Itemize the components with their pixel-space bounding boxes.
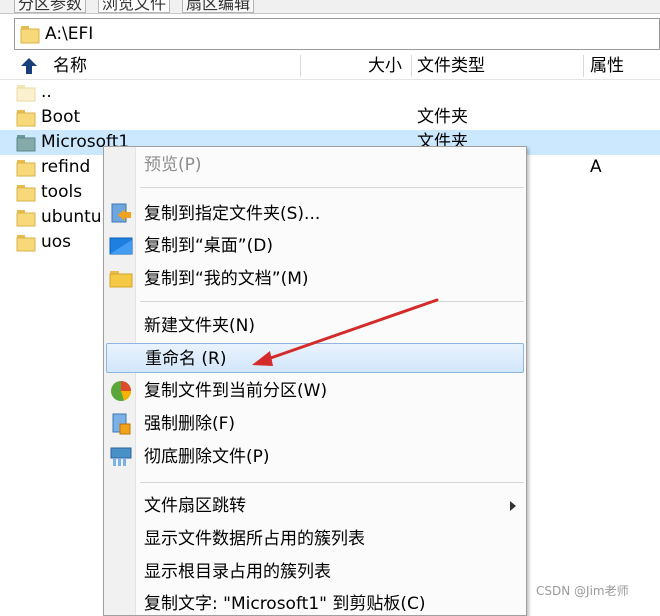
column-header-name[interactable]: 名称 — [53, 52, 87, 80]
folder-icon — [16, 210, 36, 227]
menu-separator — [140, 482, 524, 483]
file-name: refind — [41, 157, 91, 177]
menu-item-preview[interactable]: 预览(P) — [106, 150, 524, 180]
menu-item-copy-to-partition[interactable]: 复制文件到当前分区(W) — [106, 376, 524, 406]
menu-item-copy-to-documents[interactable]: 复制到“我的文档”(M) — [106, 264, 524, 294]
file-list-header: 名称 大小 文件类型 属性 — [0, 52, 660, 80]
folder-icon — [16, 235, 36, 252]
menu-item-label: 强制删除(F) — [144, 414, 236, 434]
menu-item-label: 复制文件到当前分区(W) — [144, 381, 328, 401]
pie-chart-icon — [111, 381, 131, 401]
menu-separator — [140, 301, 524, 302]
desktop-icon — [109, 237, 133, 255]
menu-item-label: 重命名 (R) — [145, 349, 227, 369]
menu-separator — [140, 187, 524, 188]
file-row[interactable]: .. — [0, 80, 660, 105]
path-text: A:\EFI — [45, 24, 94, 44]
menu-item-label: 新建文件夹(N) — [144, 316, 255, 336]
menu-item-label: 复制文字: "Microsoft1" 到剪贴板(C) — [144, 594, 426, 614]
folder-icon — [16, 135, 36, 152]
menu-item-new-folder[interactable]: 新建文件夹(N) — [106, 311, 524, 341]
file-name: Boot — [41, 107, 81, 127]
folder-icon — [16, 160, 36, 177]
column-header-type[interactable]: 文件类型 — [417, 52, 485, 80]
column-divider[interactable] — [583, 55, 584, 77]
file-row[interactable]: Boot 文件夹 — [0, 105, 660, 130]
column-header-attr[interactable]: 属性 — [590, 52, 624, 80]
folder-icon — [16, 110, 36, 127]
tab-strip: 分区参数 浏览文件 扇区编辑 — [0, 0, 660, 14]
copy-to-folder-icon — [111, 203, 131, 223]
folder-icon — [16, 185, 36, 202]
column-header-size[interactable]: 大小 — [368, 52, 402, 80]
menu-item-sector-jump[interactable]: 文件扇区跳转 — [106, 491, 524, 521]
menu-item-show-root-clusters[interactable]: 显示根目录占用的簇列表 — [106, 557, 524, 587]
menu-item-copy-text[interactable]: 复制文字: "Microsoft1" 到剪贴板(C) — [106, 589, 524, 615]
menu-item-show-clusters[interactable]: 显示文件数据所占用的簇列表 — [106, 524, 524, 554]
submenu-arrow-icon — [510, 501, 516, 511]
documents-folder-icon — [109, 271, 133, 288]
folder-icon — [20, 26, 40, 44]
column-divider[interactable] — [300, 55, 301, 77]
menu-item-label: 显示文件数据所占用的簇列表 — [144, 529, 365, 549]
shredder-icon — [110, 447, 132, 466]
file-type: 文件夹 — [417, 107, 468, 127]
menu-item-label: 复制到“我的文档”(M) — [144, 269, 309, 289]
file-name: .. — [41, 82, 52, 102]
file-name: ubuntu — [41, 207, 102, 227]
menu-item-label: 复制到指定文件夹(S)... — [144, 204, 321, 224]
up-arrow-icon[interactable] — [20, 57, 38, 75]
menu-item-label: 显示根目录占用的簇列表 — [144, 562, 331, 582]
force-delete-icon — [112, 413, 131, 435]
menu-item-label: 预览(P) — [144, 155, 202, 175]
file-attr: A — [590, 157, 602, 177]
menu-item-copy-to-folder[interactable]: 复制到指定文件夹(S)... — [106, 199, 524, 229]
column-divider[interactable] — [411, 55, 412, 77]
watermark: CSDN @Jim老师 — [536, 584, 629, 598]
file-name: tools — [41, 182, 83, 202]
file-name: uos — [41, 232, 72, 252]
menu-item-force-delete[interactable]: 强制删除(F) — [106, 409, 524, 439]
menu-item-rename[interactable]: 重命名 (R) — [106, 343, 524, 373]
tab-browse-files[interactable]: 浏览文件 — [98, 0, 171, 13]
menu-item-label: 文件扇区跳转 — [144, 496, 246, 516]
tab-partition-params[interactable]: 分区参数 — [14, 0, 87, 13]
menu-item-copy-to-desktop[interactable]: 复制到“桌面”(D) — [106, 231, 524, 261]
menu-item-label: 复制到“桌面”(D) — [144, 236, 273, 256]
menu-item-wipe-delete[interactable]: 彻底删除文件(P) — [106, 442, 524, 472]
parent-folder-icon — [16, 85, 36, 102]
path-bar[interactable]: A:\EFI — [14, 18, 660, 50]
context-menu: 预览(P) 复制到指定文件夹(S)... 复制到“桌面”(D) 复制到“我的文档… — [103, 146, 527, 616]
menu-item-label: 彻底删除文件(P) — [144, 447, 270, 467]
tab-sector-editor[interactable]: 扇区编辑 — [182, 0, 255, 13]
